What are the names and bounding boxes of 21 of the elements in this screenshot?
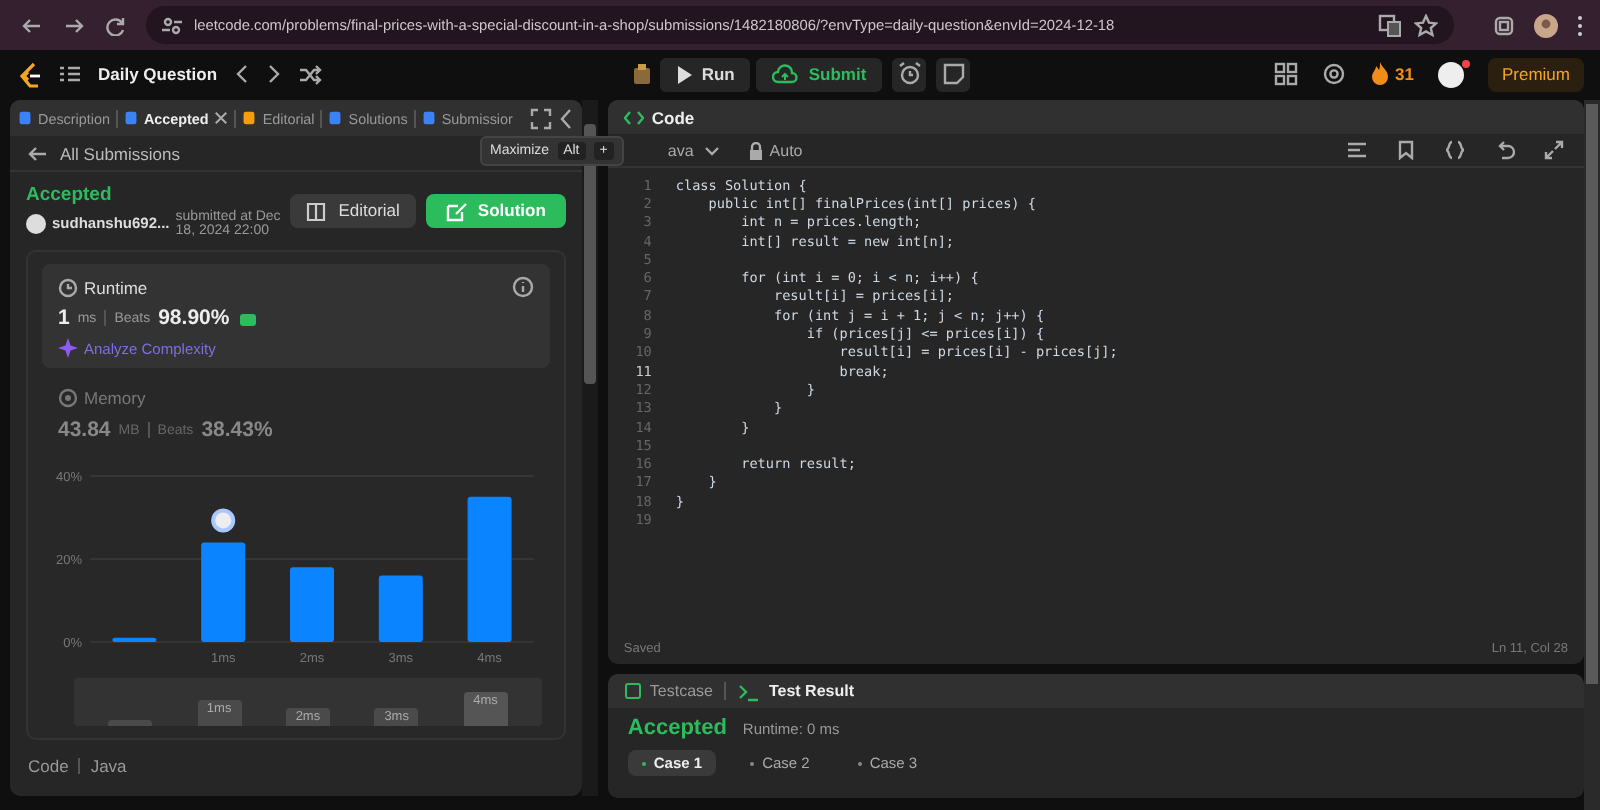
- beats-percent: 98.90%: [158, 306, 230, 330]
- premium-button[interactable]: Premium: [1487, 57, 1584, 91]
- memory-value: 43.84: [58, 418, 111, 442]
- result-status: Accepted: [627, 716, 727, 740]
- runtime-value: 1: [58, 306, 70, 330]
- editorial-button[interactable]: Editorial: [290, 193, 416, 227]
- language-label: Java: [90, 756, 127, 776]
- auto-mode-toggle[interactable]: Auto: [743, 141, 803, 159]
- streak-counter[interactable]: 31: [1369, 62, 1414, 86]
- language-selector[interactable]: ava: [667, 141, 720, 159]
- code-label: Code: [28, 756, 69, 776]
- beats-percent: 38.43%: [201, 418, 273, 442]
- memory-label: Memory: [84, 388, 146, 408]
- submit-button[interactable]: Submit: [756, 57, 883, 91]
- daily-question-title[interactable]: Daily Question: [98, 64, 218, 84]
- runtime-label: Runtime: [84, 277, 148, 297]
- run-button[interactable]: Run: [659, 57, 751, 91]
- code-panel-title: Code: [651, 107, 695, 127]
- panel-tab[interactable]: Testcase: [623, 682, 713, 700]
- panel-tab[interactable]: Test Result: [738, 681, 854, 701]
- accepted-status: Accepted: [26, 183, 114, 205]
